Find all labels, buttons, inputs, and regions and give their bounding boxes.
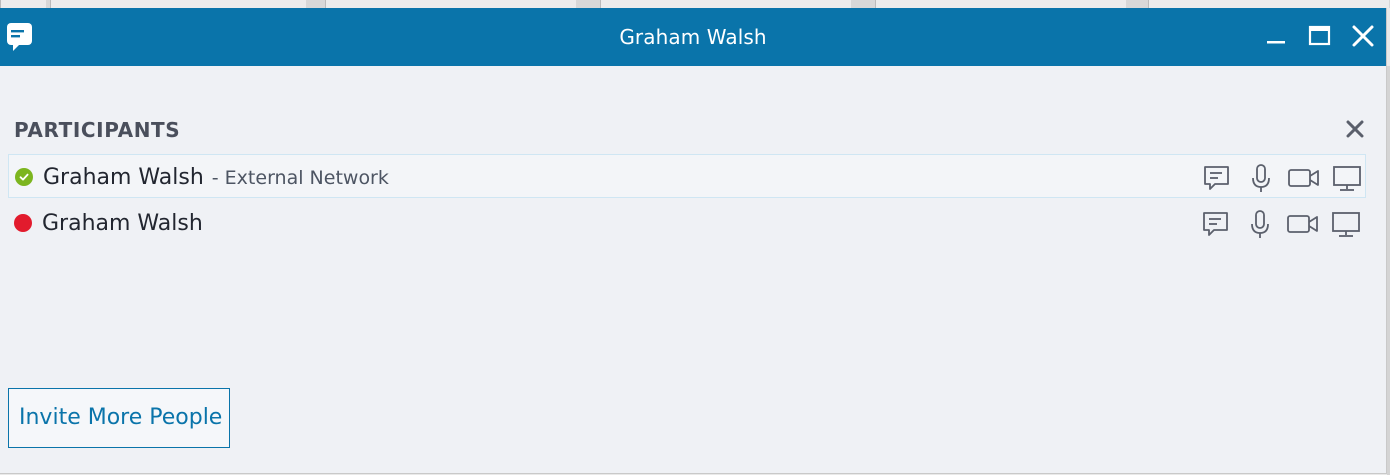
close-button[interactable] <box>1347 20 1379 52</box>
presence-available-icon <box>15 168 33 186</box>
minimize-icon <box>1267 41 1285 44</box>
im-button[interactable] <box>1200 208 1232 240</box>
window-title: Graham Walsh <box>619 25 767 49</box>
background-window-strip <box>0 0 1390 8</box>
participants-heading: PARTICIPANTS <box>14 118 181 142</box>
im-icon <box>1203 212 1228 236</box>
maximize-icon <box>1308 25 1331 46</box>
participant-row[interactable]: Graham Walsh <box>8 201 1366 245</box>
microphone-button[interactable] <box>1244 208 1276 240</box>
im-icon <box>1204 166 1229 190</box>
presence-busy-icon <box>14 214 32 232</box>
microphone-button[interactable] <box>1245 162 1277 194</box>
screen-share-button[interactable] <box>1330 208 1362 240</box>
screen-share-button[interactable] <box>1331 162 1363 194</box>
maximize-button[interactable] <box>1303 20 1335 52</box>
screen-share-icon <box>1332 212 1360 237</box>
minimize-button[interactable] <box>1260 20 1292 52</box>
video-button[interactable] <box>1287 162 1319 194</box>
microphone-icon <box>1251 210 1269 238</box>
close-icon <box>1346 120 1364 138</box>
title-bar[interactable]: Graham Walsh <box>0 8 1386 66</box>
video-icon <box>1287 215 1318 233</box>
participant-row[interactable]: Graham Walsh - External Network <box>8 154 1366 198</box>
video-icon <box>1288 169 1319 187</box>
invite-more-people-button[interactable]: Invite More People <box>8 388 230 448</box>
video-button[interactable] <box>1286 208 1318 240</box>
screen-share-icon <box>1333 166 1361 191</box>
im-button[interactable] <box>1201 162 1233 194</box>
microphone-icon <box>1252 164 1270 192</box>
participant-name: Graham Walsh <box>42 211 203 236</box>
close-participants-button[interactable] <box>1344 118 1366 140</box>
participant-network: - External Network <box>211 167 389 189</box>
participant-name: Graham Walsh <box>43 165 204 190</box>
close-icon <box>1352 25 1374 47</box>
